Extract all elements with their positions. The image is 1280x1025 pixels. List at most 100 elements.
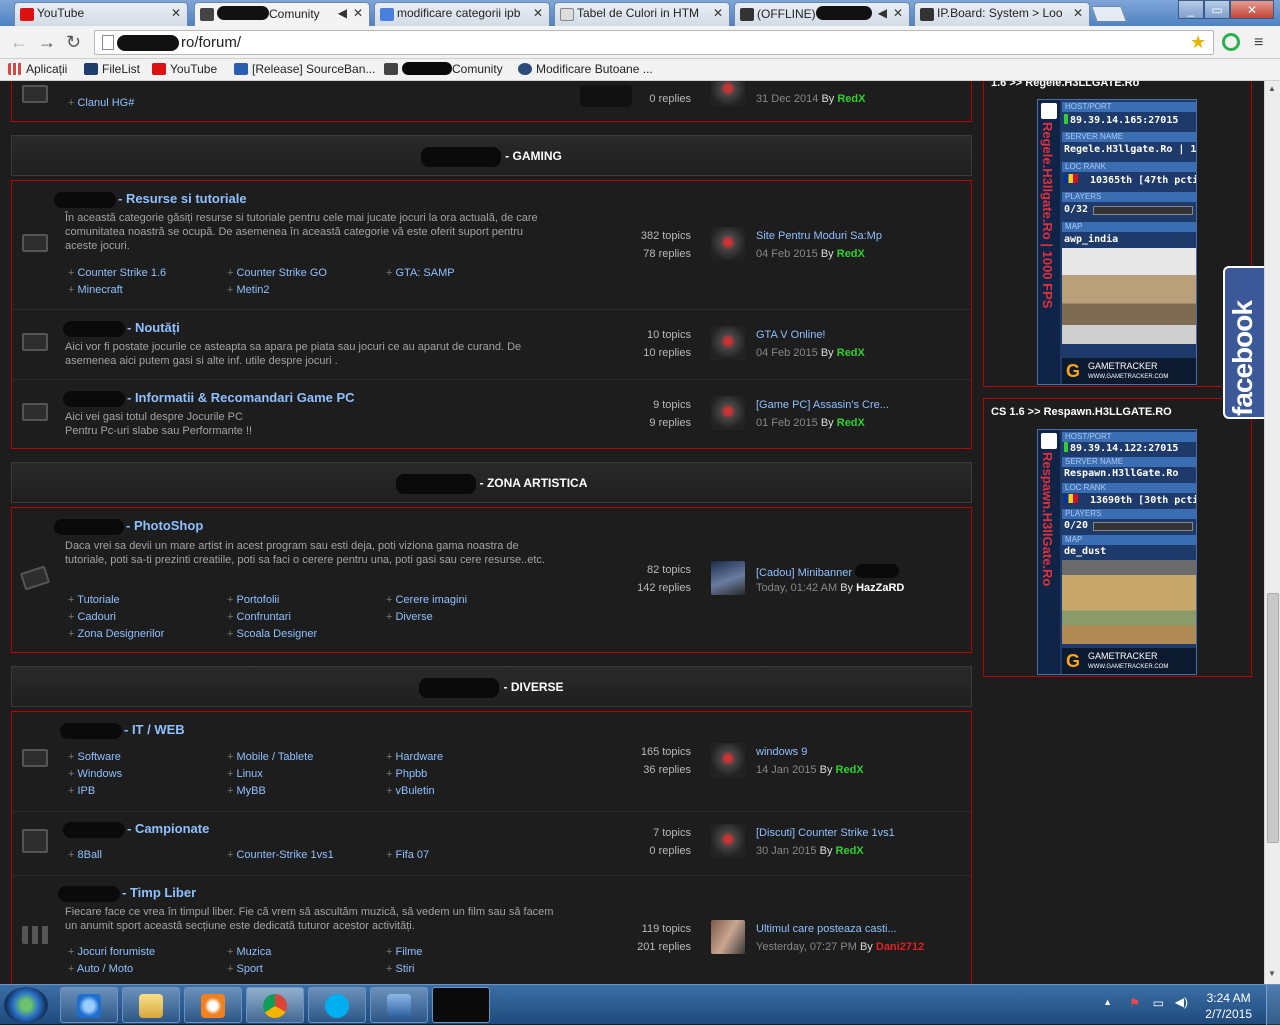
subforum-link[interactable]: Sport: [227, 963, 262, 975]
facebook-tab[interactable]: facebook: [1223, 266, 1264, 419]
tray-expand-icon[interactable]: ▲: [1103, 997, 1112, 1007]
gametracker-card-2[interactable]: Respawn.H3llGate.Ro HOST/PORT 89.39.14.1…: [1037, 429, 1197, 675]
subforum-link[interactable]: Jocuri forumiste: [68, 946, 155, 958]
forum-title[interactable]: - Campionate: [63, 821, 209, 838]
subforum-link[interactable]: Diverse: [386, 611, 432, 623]
tab-youtube[interactable]: YouTube ✕: [14, 2, 188, 26]
subforum-link[interactable]: IPB: [68, 785, 95, 797]
subforum-link[interactable]: Software: [68, 751, 120, 763]
category-header-diverse[interactable]: - DIVERSE: [11, 666, 972, 707]
avatar[interactable]: [711, 396, 745, 430]
new-tab-button[interactable]: [1091, 6, 1127, 22]
subforum-link[interactable]: Phpbb: [386, 768, 427, 780]
forum-title[interactable]: - Noutăți: [63, 320, 180, 337]
subforum-link[interactable]: GTA: SAMP: [386, 267, 454, 279]
bookmark-sourceban[interactable]: [Release] SourceBan...: [234, 62, 375, 76]
subforum-link[interactable]: Confruntari: [227, 611, 290, 623]
subforum-link[interactable]: Filme: [386, 946, 422, 958]
avatar[interactable]: [711, 227, 745, 261]
volume-icon[interactable]: ◀): [1175, 995, 1188, 1009]
network-icon[interactable]: ▭: [1153, 996, 1164, 1010]
subforum-link[interactable]: Counter-Strike 1vs1: [227, 849, 333, 861]
subforum-link[interactable]: 8Ball: [68, 849, 101, 861]
avatar[interactable]: [711, 743, 745, 777]
reload-icon[interactable]: ↻: [66, 32, 81, 52]
tab-modificare[interactable]: modificare categorii ipb ✕: [374, 2, 550, 26]
subforum-link[interactable]: Mobile / Tablete: [227, 751, 313, 763]
close-icon[interactable]: ✕: [713, 6, 723, 20]
last-post-topic[interactable]: windows 9: [756, 746, 807, 758]
mute-icon[interactable]: ◀: [338, 6, 347, 20]
start-button[interactable]: [4, 987, 48, 1023]
avatar[interactable]: [711, 326, 745, 360]
scrollbar[interactable]: ▲ ▼: [1264, 81, 1280, 984]
subforum-link[interactable]: Tutoriale: [68, 594, 119, 606]
close-icon[interactable]: ✕: [353, 6, 363, 20]
last-post-topic[interactable]: [Game PC] Assasin's Cre...: [756, 399, 889, 411]
last-post-topic[interactable]: Ultimul care posteaza casti...: [756, 923, 897, 935]
menu-icon[interactable]: ≡: [1254, 34, 1263, 52]
mute-icon[interactable]: ◀: [878, 6, 887, 20]
tab-ipboard[interactable]: IP.Board: System > Loo ✕: [914, 2, 1090, 26]
bookmark-comunity[interactable]: Comunity: [384, 62, 503, 76]
category-header-zona-artistica[interactable]: - ZONA ARTISTICA: [11, 462, 972, 503]
taskbar-skype[interactable]: [308, 987, 366, 1023]
back-icon[interactable]: ←: [10, 32, 28, 52]
avatar[interactable]: [711, 561, 745, 595]
extension-icon[interactable]: [1222, 33, 1240, 51]
show-desktop-button[interactable]: [1266, 985, 1280, 1025]
forward-icon[interactable]: →: [38, 32, 56, 52]
tab-comunity[interactable]: Comunity ◀ ✕: [194, 2, 370, 26]
subforum-link[interactable]: Linux: [227, 768, 262, 780]
avatar[interactable]: [711, 920, 745, 954]
taskbar-app[interactable]: [370, 987, 428, 1023]
clock[interactable]: 3:24 AM 2/7/2015: [1205, 990, 1252, 1022]
address-bar[interactable]: ro/forum/: [94, 30, 1214, 55]
forum-title[interactable]: - Informatii & Recomandari Game PC: [63, 390, 355, 407]
subforum-link[interactable]: Cadouri: [68, 611, 116, 623]
last-post-topic[interactable]: GTA V Online!: [756, 329, 826, 341]
close-icon[interactable]: ✕: [533, 6, 543, 20]
subforum-link[interactable]: Counter Strike 1.6: [68, 267, 166, 279]
subforum-link[interactable]: Fifa 07: [386, 849, 429, 861]
taskbar-ie[interactable]: [60, 987, 118, 1023]
bookmark-youtube[interactable]: YouTube: [152, 62, 217, 76]
forum-title[interactable]: - IT / WEB: [60, 722, 185, 739]
taskbar-chrome[interactable]: [246, 987, 304, 1023]
subforum-link[interactable]: Scoala Designer: [227, 628, 317, 640]
gametracker-footer[interactable]: GAMETRACKERWWW.GAMETRACKER.COM: [1062, 648, 1196, 674]
taskbar-explorer[interactable]: [122, 987, 180, 1023]
bookmark-star-icon[interactable]: ★: [1190, 32, 1206, 53]
close-icon[interactable]: ✕: [893, 6, 903, 20]
avatar[interactable]: [711, 824, 745, 858]
subforum-link[interactable]: Minecraft: [68, 284, 122, 296]
forum-title[interactable]: - PhotoShop: [54, 518, 203, 535]
category-header-gaming[interactable]: - GAMING: [11, 135, 972, 176]
subforum-link[interactable]: MyBB: [227, 785, 265, 797]
scroll-down-icon[interactable]: ▼: [1268, 969, 1276, 978]
last-post-topic[interactable]: [Cadou] Minibanner: [756, 564, 900, 579]
taskbar-media[interactable]: [184, 987, 242, 1023]
bookmark-filelist[interactable]: FileList: [84, 62, 140, 76]
subforum-link[interactable]: Portofolii: [227, 594, 279, 606]
forum-title[interactable]: - Timp Liber: [58, 885, 196, 902]
gametracker-card-1[interactable]: Regele.H3llgate.Ro | 1000 FPS HOST/PORT …: [1037, 99, 1197, 385]
bookmark-apps[interactable]: Aplicații: [8, 62, 67, 76]
last-post-topic[interactable]: [Discuti] Counter Strike 1vs1: [756, 827, 895, 839]
subforum-link[interactable]: Auto / Moto: [68, 963, 133, 975]
subforum-link[interactable]: Zona Designerilor: [68, 628, 164, 640]
close-icon[interactable]: ✕: [1073, 6, 1083, 20]
scroll-up-icon[interactable]: ▲: [1268, 84, 1276, 93]
action-center-icon[interactable]: ⚑: [1129, 996, 1140, 1010]
subforum-link[interactable]: Counter Strike GO: [227, 267, 326, 279]
subforum-link[interactable]: Clanul HG#: [68, 97, 134, 109]
forum-title[interactable]: - Resurse si tutoriale: [54, 191, 247, 208]
minimize-button[interactable]: _: [1178, 0, 1204, 19]
subforum-link[interactable]: vBuletin: [386, 785, 434, 797]
bookmark-modificare[interactable]: Modificare Butoane ...: [518, 62, 653, 76]
subforum-link[interactable]: Hardware: [386, 751, 443, 763]
gametracker-footer[interactable]: GAMETRACKERWWW.GAMETRACKER.COM: [1062, 358, 1196, 384]
subforum-link[interactable]: Windows: [68, 768, 122, 780]
subforum-link[interactable]: Stiri: [386, 963, 414, 975]
tab-tabel[interactable]: Tabel de Culori in HTM ✕: [554, 2, 730, 26]
